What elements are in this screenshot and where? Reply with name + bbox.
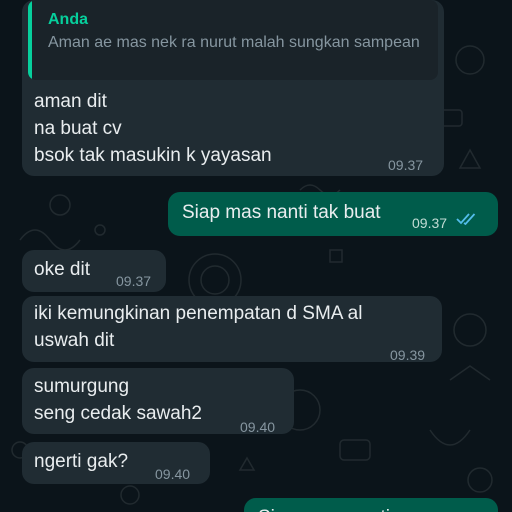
quoted-reply[interactable]: Anda Aman ae mas nek ra nurut malah sung… (28, 0, 438, 80)
message-text-line: na buat cv (34, 118, 122, 139)
outgoing-message-bubble[interactable]: Siap mas nanti tak buat 09.37 (168, 192, 498, 236)
incoming-message-bubble[interactable]: Anda Aman ae mas nek ra nurut malah sung… (22, 0, 444, 176)
message-text-line: bsok tak masukin k yayasan (34, 145, 272, 166)
message-text-line: oke dit (34, 259, 90, 280)
message-timestamp: 09.39 (390, 347, 426, 363)
message-text-line: sumurgung (34, 376, 130, 397)
message-text-line: uswah dit (34, 330, 115, 351)
quote-accent-bar (28, 0, 32, 80)
double-check-read-icon (456, 213, 476, 226)
incoming-message-bubble[interactable]: sumurgung seng cedak sawah2 09.40 (22, 368, 294, 435)
incoming-message-bubble[interactable]: oke dit 09.37 (22, 250, 166, 292)
quoted-text: Aman ae mas nek ra nurut malah sungkan s… (48, 34, 420, 51)
message-timestamp: 09.37 (412, 215, 448, 231)
message-text-line: ngerti gak? (34, 451, 129, 472)
message-timestamp: 09.37 (116, 273, 152, 289)
message-timestamp: 09.37 (388, 157, 424, 173)
incoming-message-bubble[interactable]: ngerti gak? 09.40 (22, 442, 210, 484)
message-text-line: aman dit (34, 91, 107, 112)
incoming-message-bubble[interactable]: iki kemungkinan penempatan d SMA al uswa… (22, 296, 442, 363)
outgoing-message-bubble[interactable]: Siap mas ngerti (244, 498, 498, 512)
message-text-line: Siap mas nanti tak buat (182, 202, 381, 223)
message-timestamp: 09.40 (240, 419, 276, 435)
quoted-author: Anda (48, 11, 88, 28)
message-timestamp: 09.40 (155, 466, 191, 482)
message-text-line: Siap mas ngerti (258, 504, 390, 512)
message-text-line: iki kemungkinan penempatan d SMA al (34, 303, 363, 324)
message-text-line: seng cedak sawah2 (34, 403, 202, 424)
